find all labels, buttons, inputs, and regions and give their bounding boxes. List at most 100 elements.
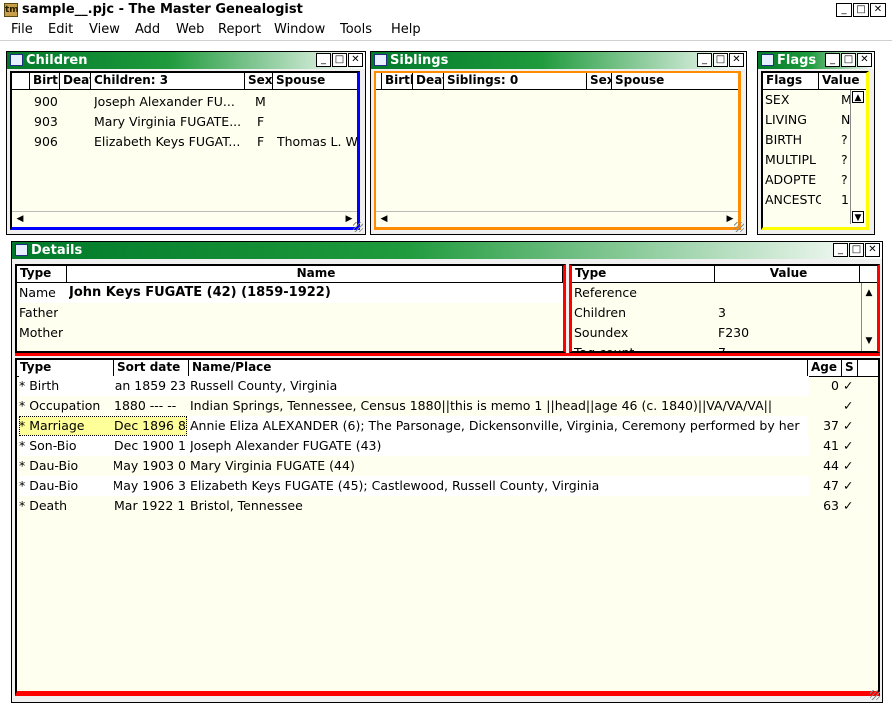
info-value[interactable]: 7 <box>718 343 726 351</box>
resize-grip[interactable] <box>734 222 744 232</box>
col-birth[interactable]: Birth <box>30 73 60 89</box>
event-type[interactable]: * Death <box>19 496 67 516</box>
col-spouse[interactable]: Spouse <box>612 73 738 89</box>
child-sex[interactable]: M <box>255 92 266 112</box>
flags-title-bar[interactable]: Flags _ □ ✕ <box>758 52 874 69</box>
close-button[interactable]: ✕ <box>870 3 886 17</box>
check-icon[interactable]: ✓ <box>843 496 853 516</box>
siblings-minimize-button[interactable]: _ <box>697 53 712 67</box>
menu-edit[interactable]: Edit <box>48 22 73 37</box>
event-age[interactable]: 41 <box>809 436 839 456</box>
mother-label[interactable]: Mother <box>19 323 63 343</box>
event-age[interactable]: 63 <box>809 496 839 516</box>
menu-help[interactable]: Help <box>391 22 421 37</box>
menu-file[interactable]: File <box>11 22 33 37</box>
pane-divider[interactable] <box>15 353 880 356</box>
event-age[interactable]: 37 <box>809 416 839 436</box>
event-date[interactable]: 8 Dec 1896 <box>114 416 186 436</box>
event-age[interactable]: 44 <box>809 456 839 476</box>
info-type[interactable]: Tag count <box>574 343 634 351</box>
event-age[interactable] <box>809 396 839 416</box>
col-flags[interactable]: Flags <box>763 73 819 89</box>
flags-close-button[interactable]: ✕ <box>857 53 872 67</box>
col-name[interactable]: Name <box>67 266 563 282</box>
col-siblings[interactable]: Siblings: 0 <box>444 73 587 89</box>
siblings-maximize-button[interactable]: □ <box>713 53 728 67</box>
col-value[interactable]: Value <box>819 73 866 89</box>
flags-maximize-button[interactable]: □ <box>841 53 856 67</box>
children-minimize-button[interactable]: _ <box>316 53 331 67</box>
event-place[interactable]: Joseph Alexander FUGATE (43) <box>190 436 805 456</box>
event-place[interactable]: Annie Eliza ALEXANDER (6); The Parsonage… <box>190 416 805 436</box>
event-type[interactable]: * Dau-Bio <box>19 476 78 496</box>
father-label[interactable]: Father <box>19 303 58 323</box>
col-type[interactable]: Type <box>17 360 114 376</box>
child-spouse[interactable]: Thomas L. W <box>277 132 357 152</box>
menu-report[interactable]: Report <box>218 22 261 37</box>
event-age[interactable]: 0 <box>809 376 839 396</box>
info-vscrollbar[interactable]: ▲ ▼ <box>861 283 877 351</box>
flag-name[interactable]: BIRTH <box>765 130 802 150</box>
event-date[interactable]: 0 May 1903 <box>114 456 186 476</box>
flag-name[interactable]: SEX <box>765 90 789 110</box>
child-birth[interactable]: 903 <box>34 112 58 132</box>
flag-value[interactable]: ? <box>841 170 848 190</box>
details-close-button[interactable]: ✕ <box>865 243 880 257</box>
col-name-place[interactable]: Name/Place <box>189 360 808 376</box>
child-sex[interactable]: F <box>257 132 264 152</box>
menu-tools[interactable]: Tools <box>340 22 372 37</box>
event-age[interactable]: 47 <box>809 476 839 496</box>
menu-view[interactable]: View <box>89 22 120 37</box>
event-date[interactable]: 3 May 1906 <box>114 476 186 496</box>
col-children[interactable]: Children: 3 <box>91 73 245 89</box>
col-s[interactable]: S <box>842 360 858 376</box>
event-type[interactable]: * Marriage <box>19 416 85 436</box>
flag-name[interactable]: ADOPTE <box>765 170 821 190</box>
flag-value[interactable]: ? <box>841 130 848 150</box>
child-birth[interactable]: 900 <box>34 92 58 112</box>
col-sex[interactable]: Sex <box>587 73 612 89</box>
menu-web[interactable]: Web <box>176 22 204 37</box>
event-place[interactable]: Bristol, Tennessee <box>190 496 805 516</box>
col-age[interactable]: Age <box>808 360 842 376</box>
event-place[interactable]: Russell County, Virginia <box>190 376 805 396</box>
flag-name[interactable]: ANCESTO <box>765 190 821 210</box>
scroll-up-icon[interactable]: ▲ <box>863 287 875 299</box>
event-type[interactable]: * Dau-Bio <box>19 456 78 476</box>
resize-grip[interactable] <box>870 690 880 700</box>
col-sort-date[interactable]: Sort date <box>114 360 189 376</box>
details-title-bar[interactable]: Details _ □ ✕ <box>12 242 882 259</box>
flag-name[interactable]: MULTIPL <box>765 150 821 170</box>
check-icon[interactable]: ✓ <box>843 456 853 476</box>
menu-window[interactable]: Window <box>274 22 325 37</box>
event-place[interactable]: Elizabeth Keys FUGATE (45); Castlewood, … <box>190 476 805 496</box>
flag-value[interactable]: 1 <box>841 190 849 210</box>
col-death[interactable]: Death <box>60 73 91 89</box>
scroll-down-icon[interactable]: ▼ <box>863 335 875 347</box>
check-icon[interactable]: ✓ <box>843 436 853 456</box>
col-sex[interactable]: Sex <box>245 73 273 89</box>
check-icon[interactable]: ✓ <box>843 396 853 416</box>
col-value[interactable]: Value <box>715 266 860 282</box>
children-hscrollbar[interactable]: ◀ ▶ <box>12 211 357 227</box>
check-icon[interactable]: ✓ <box>843 476 853 496</box>
resize-grip[interactable] <box>353 222 363 232</box>
info-type[interactable]: Soundex <box>574 323 628 343</box>
event-place[interactable]: Indian Springs, Tennessee, Census 1880||… <box>190 396 805 416</box>
flag-value[interactable]: ? <box>841 150 848 170</box>
col-type[interactable]: Type <box>17 266 67 282</box>
children-title-bar[interactable]: Children _ □ ✕ <box>7 52 365 69</box>
minimize-button[interactable]: _ <box>836 3 852 17</box>
flag-value[interactable]: N <box>841 110 850 130</box>
info-value[interactable]: 3 <box>718 303 726 323</box>
col-death[interactable]: Death <box>413 73 444 89</box>
scroll-down-icon[interactable]: ▼ <box>852 211 864 223</box>
children-close-button[interactable]: ✕ <box>348 53 363 67</box>
event-type[interactable]: * Birth <box>19 376 59 396</box>
scroll-up-icon[interactable]: ▲ <box>852 91 864 103</box>
event-date[interactable]: 1 Dec 1900 <box>114 436 186 456</box>
flag-name[interactable]: LIVING <box>765 110 807 130</box>
details-maximize-button[interactable]: □ <box>849 243 864 257</box>
name-type[interactable]: Name <box>19 283 56 303</box>
event-date[interactable]: -- --- 1880 <box>114 396 186 416</box>
